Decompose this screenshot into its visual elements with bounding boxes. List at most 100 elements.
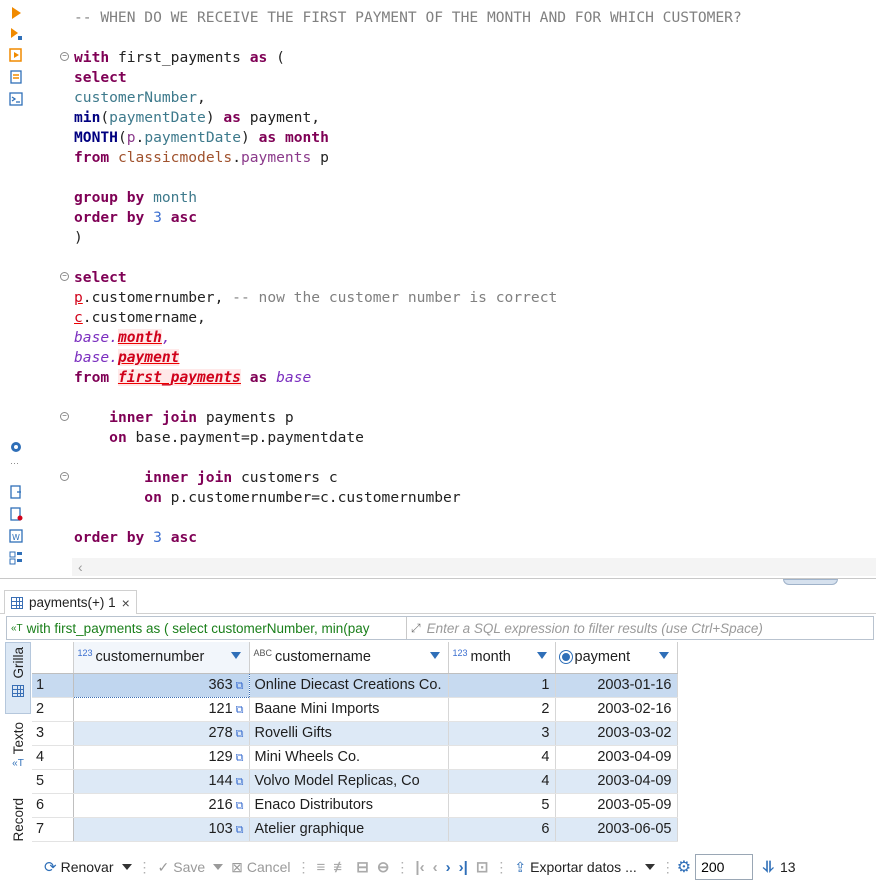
fetch-all-icon[interactable]: ⊡ xyxy=(472,858,493,876)
code-line[interactable] xyxy=(74,248,864,268)
editor-horizontal-scrollbar[interactable]: ‹ xyxy=(72,558,876,576)
row-number[interactable]: 1 xyxy=(32,673,74,698)
explain-plan-icon[interactable] xyxy=(9,92,23,106)
cell-payment[interactable]: 2003-01-16 xyxy=(555,673,678,698)
cell-payment[interactable]: 2003-02-16 xyxy=(555,697,678,722)
table-row[interactable]: 5 144 ⧉ Volvo Model Replicas, Co 4 2003-04-09 xyxy=(32,769,678,794)
table-row[interactable]: 6 216 ⧉ Enaco Distributors 5 2003-05-09 xyxy=(32,793,678,818)
row-number[interactable]: 2 xyxy=(32,697,74,722)
row-number[interactable]: 7 xyxy=(32,817,74,842)
tab-texto[interactable]: Texto «T xyxy=(5,722,31,792)
table-row[interactable]: 1 363 ⧉ Online Diecast Creations Co. 1 2003-0… xyxy=(32,672,678,698)
query-preview[interactable]: «T with first_payments as ( select custo… xyxy=(7,617,407,639)
cell-customernumber[interactable]: 216 ⧉ xyxy=(73,793,250,818)
save-button[interactable]: ✓ Save xyxy=(154,854,210,880)
column-header-payment[interactable]: payment xyxy=(555,642,678,674)
code-line[interactable]: with first_payments as ( xyxy=(74,48,864,68)
code-line[interactable] xyxy=(74,388,864,408)
panel-splitter[interactable] xyxy=(0,578,876,588)
export-button[interactable]: ⇪ Exportar datos ... xyxy=(510,854,640,880)
delete-row-icon[interactable]: ⊖ xyxy=(373,858,394,876)
code-line[interactable]: order by 3 asc xyxy=(74,208,864,228)
code-line[interactable]: select xyxy=(74,268,864,288)
execute-script-new-tabs-icon[interactable] xyxy=(9,70,23,84)
sort-arrow-icon[interactable] xyxy=(230,652,241,659)
code-line[interactable] xyxy=(74,508,864,528)
code-line[interactable] xyxy=(74,168,864,188)
code-line[interactable]: from first_payments as base xyxy=(74,368,864,388)
cell-customername[interactable]: Enaco Distributors xyxy=(249,793,449,818)
code-line[interactable]: min(paymentDate) as payment, xyxy=(74,108,864,128)
foreign-key-link-icon[interactable]: ⧉ xyxy=(236,704,244,716)
table-row[interactable]: 4 129 ⧉ Mini Wheels Co. 4 2003-04-09 xyxy=(32,745,678,770)
sort-arrow-icon[interactable] xyxy=(429,652,440,659)
edit-row-icon[interactable]: ≡ xyxy=(312,859,329,876)
table-row[interactable]: 7 103 ⧉ Atelier graphique 6 2003-06-05 xyxy=(32,817,678,842)
table-row[interactable]: 3 278 ⧉ Rovelli Gifts 3 2003-03-02 xyxy=(32,721,678,746)
foreign-key-link-icon[interactable]: ⧉ xyxy=(236,752,244,764)
code-line[interactable]: customerNumber, xyxy=(74,88,864,108)
row-number[interactable]: 6 xyxy=(32,793,74,818)
fold-marker-icon[interactable]: − xyxy=(60,272,69,281)
cell-customername[interactable]: Mini Wheels Co. xyxy=(249,745,449,770)
cell-customername[interactable]: Atelier graphique xyxy=(249,817,449,842)
foreign-key-link-icon[interactable]: ⧉ xyxy=(236,776,244,788)
add-row-icon[interactable]: ≢ xyxy=(329,859,352,876)
fold-marker-icon[interactable]: − xyxy=(60,472,69,481)
cell-customername[interactable]: Volvo Model Replicas, Co xyxy=(249,769,449,794)
results-grid[interactable]: 123 customernumber ABC customername 123 mon… xyxy=(32,642,876,850)
code-line[interactable]: c.customername, xyxy=(74,308,864,328)
code-line[interactable] xyxy=(74,28,864,48)
next-row-icon[interactable]: › xyxy=(442,859,455,876)
code-line[interactable]: p.customernumber, -- now the customer nu… xyxy=(74,288,864,308)
cell-customername[interactable]: Online Diecast Creations Co. xyxy=(249,673,449,698)
execute-statement-icon[interactable] xyxy=(9,6,23,20)
row-number[interactable]: 3 xyxy=(32,721,74,746)
cell-customernumber[interactable]: 278 ⧉ xyxy=(73,721,250,746)
refresh-dropdown-icon[interactable] xyxy=(121,864,132,870)
sql-code-area[interactable]: -- WHEN DO WE RECEIVE THE FIRST PAYMENT … xyxy=(74,8,864,548)
tab-grilla[interactable]: Grilla xyxy=(5,642,31,714)
cell-customernumber[interactable]: 103 ⧉ xyxy=(73,817,250,842)
cancel-button[interactable]: ⊠ Cancel xyxy=(227,854,294,880)
sql-editor[interactable]: ⋯ W − − − − -- WHEN DO WE RECEIVE THE FI… xyxy=(0,0,876,580)
cell-month[interactable]: 4 xyxy=(448,745,556,770)
cell-customernumber[interactable]: 121 ⧉ xyxy=(73,697,250,722)
export-dropdown-icon[interactable] xyxy=(644,864,655,870)
cell-payment[interactable]: 2003-03-02 xyxy=(555,721,678,746)
fold-marker-icon[interactable]: − xyxy=(60,412,69,421)
sort-arrow-icon[interactable] xyxy=(536,652,547,659)
row-number[interactable]: 5 xyxy=(32,769,74,794)
column-header-customername[interactable]: ABC customername xyxy=(249,642,449,674)
refresh-button[interactable]: ⟳ Renovar xyxy=(40,854,118,880)
column-header-customernumber[interactable]: 123 customernumber xyxy=(73,642,250,674)
cell-customernumber[interactable]: 144 ⧉ xyxy=(73,769,250,794)
foreign-key-link-icon[interactable]: ⧉ xyxy=(236,800,244,812)
cell-customername[interactable]: Baane Mini Imports xyxy=(249,697,449,722)
splitter-toggle-handle[interactable] xyxy=(783,579,838,585)
code-line[interactable]: base.payment xyxy=(74,348,864,368)
cell-month[interactable]: 1 xyxy=(448,673,556,698)
column-header-month[interactable]: 123 month xyxy=(448,642,556,674)
cell-payment[interactable]: 2003-05-09 xyxy=(555,793,678,818)
execute-statement-new-tab-icon[interactable] xyxy=(9,27,23,41)
cell-customername[interactable]: Rovelli Gifts xyxy=(249,721,449,746)
cell-month[interactable]: 3 xyxy=(448,721,556,746)
code-line[interactable]: -- WHEN DO WE RECEIVE THE FIRST PAYMENT … xyxy=(74,8,864,28)
cell-month[interactable]: 2 xyxy=(448,697,556,722)
code-line[interactable]: base.month, xyxy=(74,328,864,348)
last-row-icon[interactable]: ›| xyxy=(455,859,472,876)
foreign-key-link-icon[interactable]: ⧉ xyxy=(236,680,244,692)
cell-month[interactable]: 5 xyxy=(448,793,556,818)
code-line[interactable]: ) xyxy=(74,228,864,248)
code-line[interactable]: from classicmodels.payments p xyxy=(74,148,864,168)
cell-payment[interactable]: 2003-04-09 xyxy=(555,769,678,794)
copy-row-icon[interactable]: ⊟ xyxy=(352,858,373,876)
cell-customernumber[interactable]: 129 ⧉ xyxy=(73,745,250,770)
filter-input[interactable] xyxy=(420,617,873,639)
first-row-icon[interactable]: |‹ xyxy=(411,859,428,876)
execute-script-icon[interactable] xyxy=(9,48,23,62)
expand-filter-icon[interactable]: ⤢ xyxy=(407,621,421,636)
save-dropdown-icon[interactable] xyxy=(213,864,224,870)
cell-month[interactable]: 6 xyxy=(448,817,556,842)
